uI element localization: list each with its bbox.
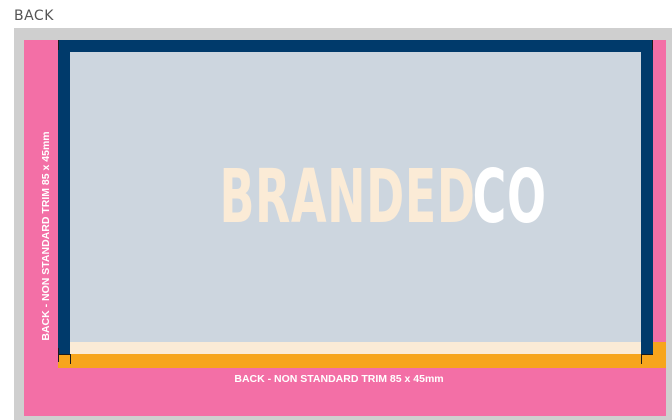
crop-mark-left-vertical [58,348,59,362]
print-proof-page: BACK BRANDED CO BACK - NON STANDARD TRIM… [0,0,672,420]
crop-mark-left-horizontal [58,354,70,355]
crop-mark-right-horizontal [641,354,653,355]
section-label: BACK [14,8,54,24]
trim-label-side-text: BACK - NON STANDARD TRIM 85 x 45mm [40,131,52,341]
brand-logo: BRANDED CO [70,52,641,342]
crop-mark-top-right [652,40,653,50]
trim-label-bottom: BACK - NON STANDARD TRIM 85 x 45mm [234,373,444,385]
crop-mark-bottom-right [641,354,642,364]
logo-secondary-word: CO [473,154,547,240]
crop-mark-bottom-left [70,354,71,364]
crop-mark-top-left [58,40,59,50]
logo-primary-word: BRANDED [219,154,476,240]
cream-strip [70,342,641,354]
